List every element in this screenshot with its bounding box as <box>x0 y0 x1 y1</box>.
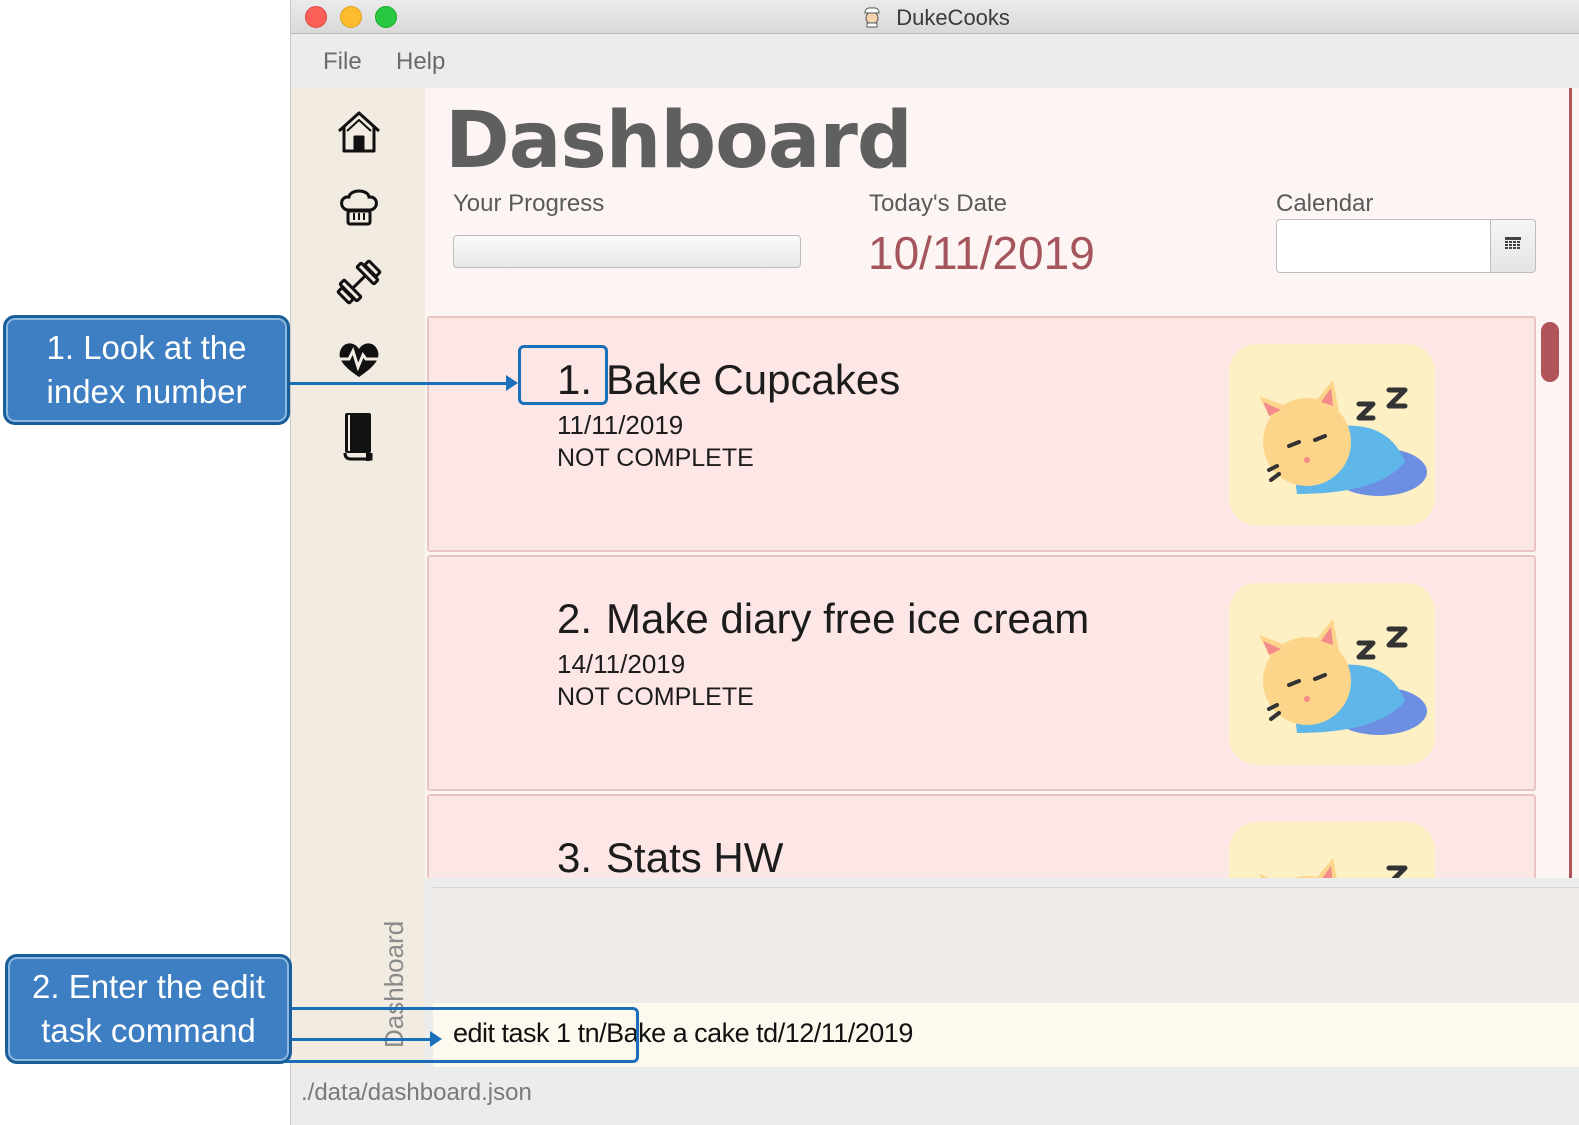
task-card[interactable]: 3. Stats HW <box>427 794 1536 878</box>
task-index: 2. <box>557 595 593 642</box>
sidebar: Dashboard <box>291 88 425 1068</box>
window-title-wrap: DukeCooks <box>291 4 1579 34</box>
result-display <box>433 887 1579 1002</box>
today-date-label: Today's Date <box>869 190 1007 217</box>
task-heading: 1. Bake Cupcakes <box>557 356 900 404</box>
sleeping-cat-icon <box>1229 583 1435 765</box>
task-heading: 3. Stats HW <box>557 834 783 878</box>
annotation-arrow-step1 <box>290 382 508 385</box>
progress-label: Your Progress <box>453 190 605 217</box>
menu-help[interactable]: Help <box>396 48 445 76</box>
task-card[interactable]: 2. Make diary free ice cream 14/11/2019 N… <box>427 555 1536 791</box>
app-window: DukeCooks File Help Dashboard Dashboard … <box>290 0 1579 1125</box>
annotation-callout-step2: 2. Enter the edit task command <box>5 954 292 1064</box>
sleeping-cat-icon <box>1229 822 1435 878</box>
heartbeat-icon[interactable] <box>333 333 385 385</box>
calendar-input[interactable] <box>1276 219 1491 273</box>
title-bar[interactable]: DukeCooks <box>291 0 1579 34</box>
calendar-picker-button[interactable] <box>1490 219 1536 273</box>
progress-bar <box>453 235 801 268</box>
chef-hat-icon[interactable] <box>333 181 385 233</box>
annotation-callout-step1: 1. Look at the index number <box>3 315 290 425</box>
panel-edge-accent <box>1569 88 1572 878</box>
menu-bar: File Help <box>291 35 1579 88</box>
status-bar: ./data/dashboard.json <box>291 1068 1579 1125</box>
task-name: Bake Cupcakes <box>606 356 901 403</box>
task-index: 3. <box>557 834 593 878</box>
annotation-arrowhead-step1 <box>506 375 518 391</box>
dumbbell-icon[interactable] <box>333 256 385 308</box>
diary-book-icon[interactable] <box>333 410 385 462</box>
task-status: NOT COMPLETE <box>557 683 754 711</box>
dashboard-panel: Dashboard Your Progress Today's Date 10/… <box>425 88 1579 878</box>
sleeping-cat-icon <box>1229 344 1435 526</box>
home-icon[interactable] <box>333 106 385 158</box>
task-name: Make diary free ice cream <box>606 595 1090 642</box>
calendar-icon <box>1505 236 1521 256</box>
task-name: Stats HW <box>606 834 784 878</box>
menu-file[interactable]: File <box>323 48 362 76</box>
task-heading: 2. Make diary free ice cream <box>557 595 1089 643</box>
task-status: NOT COMPLETE <box>557 444 754 472</box>
window-title: DukeCooks <box>896 5 1010 30</box>
data-file-path: ./data/dashboard.json <box>301 1079 532 1106</box>
calendar-label: Calendar <box>1276 190 1374 217</box>
today-date-value: 10/11/2019 <box>868 227 1095 279</box>
task-list-scrollbar[interactable] <box>1541 322 1559 382</box>
page-title: Dashboard <box>445 96 913 186</box>
annotation-arrowhead-step2 <box>430 1031 442 1047</box>
chef-app-icon <box>860 4 884 34</box>
index-highlight-box <box>518 345 608 405</box>
task-date: 14/11/2019 <box>557 649 686 679</box>
annotation-arrow-step2 <box>292 1038 430 1041</box>
task-date: 11/11/2019 <box>557 410 684 440</box>
